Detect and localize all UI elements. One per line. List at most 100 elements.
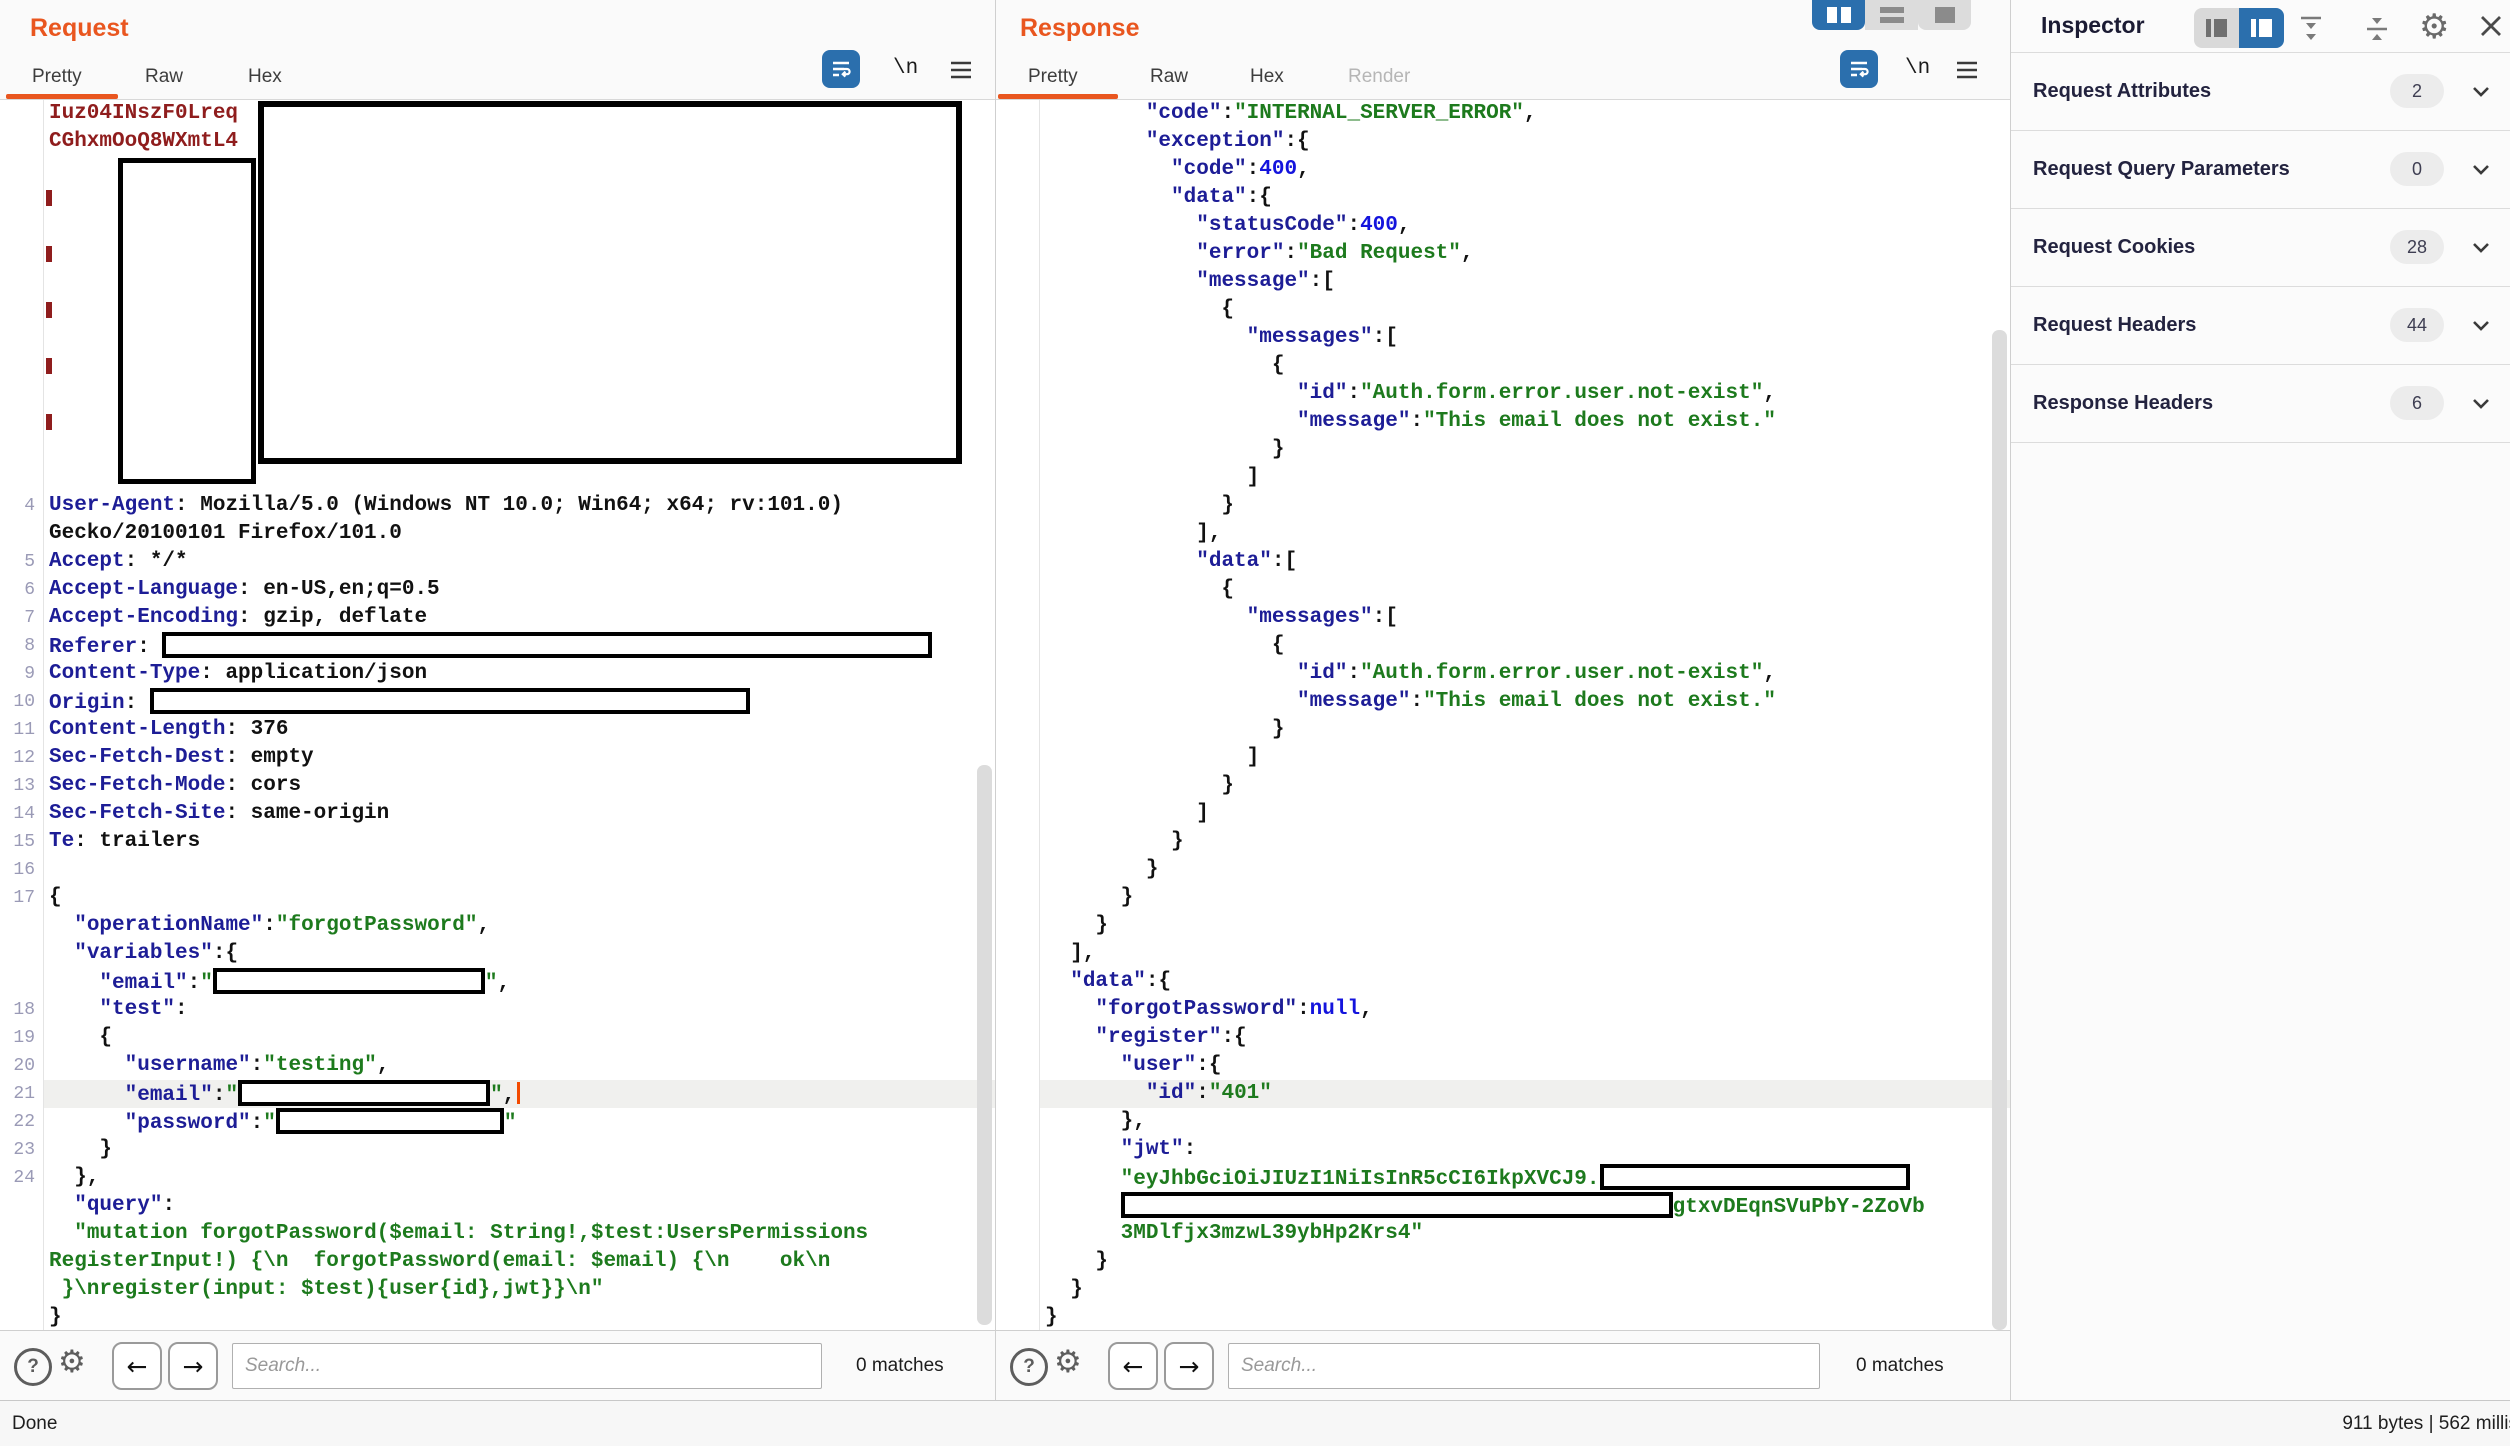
code-line[interactable]: "eyJhbGciOiJIUzI1NiIsInR5cCI6IkpXVCJ9. — [996, 1164, 2010, 1192]
inspector-section-request-attributes[interactable]: Request Attributes 2 — [2011, 53, 2510, 131]
inspector-settings-gear-icon[interactable]: ⚙ — [2419, 10, 2449, 44]
response-search-input[interactable] — [1228, 1343, 1820, 1389]
code-line[interactable]: "code":"INTERNAL_SERVER_ERROR", — [996, 100, 2010, 128]
tab-response-hex[interactable]: Hex — [1250, 66, 1284, 88]
code-line[interactable]: "message":"This email does not exist." — [996, 688, 2010, 716]
code-line[interactable]: "user":{ — [996, 1052, 2010, 1080]
tab-response-raw[interactable]: Raw — [1150, 66, 1188, 88]
tab-request-pretty[interactable]: Pretty — [32, 66, 82, 88]
code-line[interactable]: 19 { — [0, 1024, 995, 1052]
code-line[interactable]: "variables":{ — [0, 940, 995, 968]
code-line[interactable]: 22 "password":"" — [0, 1108, 995, 1136]
code-line[interactable]: "messages":[ — [996, 324, 2010, 352]
code-line[interactable]: "data":{ — [996, 184, 2010, 212]
code-line[interactable]: 6Accept-Language: en-US,en;q=0.5 — [0, 576, 995, 604]
search-next-button[interactable]: → — [1164, 1342, 1214, 1390]
code-line[interactable]: "register":{ — [996, 1024, 2010, 1052]
response-menu-button[interactable] — [1952, 56, 1982, 84]
gear-icon[interactable]: ⚙ — [58, 1347, 86, 1378]
code-line[interactable]: ] — [996, 464, 2010, 492]
code-line[interactable]: "jwt": — [996, 1136, 2010, 1164]
search-prev-button[interactable]: ← — [1108, 1342, 1158, 1390]
code-line[interactable]: } — [996, 436, 2010, 464]
chevron-down-icon[interactable] — [2468, 157, 2494, 186]
code-line[interactable]: 16 — [0, 856, 995, 884]
code-line[interactable]: } — [996, 884, 2010, 912]
code-line[interactable]: "messages":[ — [996, 604, 2010, 632]
code-line[interactable]: { — [996, 576, 2010, 604]
code-line[interactable]: "message":[ — [996, 268, 2010, 296]
code-line[interactable]: RegisterInput!) {\n forgotPassword(email… — [0, 1248, 995, 1276]
code-line[interactable]: }, — [996, 1108, 2010, 1136]
code-line[interactable]: "id":"Auth.form.error.user.not-exist", — [996, 660, 2010, 688]
response-show-newlines-button[interactable]: \n — [1905, 57, 1930, 80]
code-line[interactable]: "exception":{ — [996, 128, 2010, 156]
code-line[interactable]: ], — [996, 940, 2010, 968]
request-scrollbar[interactable] — [977, 765, 992, 1325]
code-line[interactable]: } — [996, 1304, 2010, 1330]
code-line[interactable]: 21 "email":"", — [0, 1080, 995, 1108]
code-line[interactable]: gtxvDEqnSVuPbY-2ZoVb — [996, 1192, 2010, 1220]
code-line[interactable]: 3MDlfjx3mzwL39ybHp2Krs4" — [996, 1220, 2010, 1248]
chevron-down-icon[interactable] — [2468, 391, 2494, 420]
response-wrap-lines-button[interactable] — [1840, 50, 1878, 88]
code-line[interactable]: 20 "username":"testing", — [0, 1052, 995, 1080]
code-line[interactable]: 9Content-Type: application/json — [0, 660, 995, 688]
code-line[interactable]: 18 "test": — [0, 996, 995, 1024]
code-line[interactable]: "code":400, — [996, 156, 2010, 184]
chevron-down-icon[interactable] — [2468, 79, 2494, 108]
help-icon[interactable]: ? — [14, 1348, 52, 1386]
response-scrollbar[interactable] — [1992, 330, 2007, 1330]
request-wrap-lines-button[interactable] — [822, 50, 860, 88]
request-editor[interactable]: Iuz04INszF0LreqCGhxmOoQ8WXmtL44User-Agen… — [0, 100, 995, 1330]
code-line[interactable]: "query": — [0, 1192, 995, 1220]
request-show-newlines-button[interactable]: \n — [893, 57, 918, 80]
search-prev-button[interactable]: ← — [112, 1342, 162, 1390]
code-line[interactable]: } — [996, 1276, 2010, 1304]
code-line[interactable]: 4User-Agent: Mozilla/5.0 (Windows NT 10.… — [0, 492, 995, 520]
code-line[interactable]: } — [996, 1248, 2010, 1276]
inspector-section-request-headers[interactable]: Request Headers 44 — [2011, 287, 2510, 365]
code-line[interactable]: "id":"Auth.form.error.user.not-exist", — [996, 380, 2010, 408]
code-line[interactable]: { — [996, 632, 2010, 660]
request-menu-button[interactable] — [946, 56, 976, 84]
code-line[interactable]: 14Sec-Fetch-Site: same-origin — [0, 800, 995, 828]
inspector-section-response-headers[interactable]: Response Headers 6 — [2011, 365, 2510, 443]
code-line[interactable]: { — [996, 296, 2010, 324]
inspector-dock-right-button[interactable] — [2239, 8, 2284, 48]
code-line[interactable]: 17{ — [0, 884, 995, 912]
code-line[interactable]: 10Origin: — [0, 688, 995, 716]
code-line[interactable]: ] — [996, 744, 2010, 772]
code-line[interactable]: } — [996, 492, 2010, 520]
inspector-section-request-cookies[interactable]: Request Cookies 28 — [2011, 209, 2510, 287]
collapse-all-button[interactable] — [2363, 14, 2391, 49]
code-line[interactable]: { — [996, 352, 2010, 380]
search-next-button[interactable]: → — [168, 1342, 218, 1390]
chevron-down-icon[interactable] — [2468, 313, 2494, 342]
code-line[interactable]: 11Content-Length: 376 — [0, 716, 995, 744]
code-line[interactable]: 24 }, — [0, 1164, 995, 1192]
tab-request-raw[interactable]: Raw — [145, 66, 183, 88]
code-line[interactable]: "forgotPassword":null, — [996, 996, 2010, 1024]
inspector-close-button[interactable] — [2477, 12, 2505, 45]
code-line[interactable]: "mutation forgotPassword($email: String!… — [0, 1220, 995, 1248]
tab-response-pretty[interactable]: Pretty — [1028, 66, 1078, 88]
code-line[interactable]: 12Sec-Fetch-Dest: empty — [0, 744, 995, 772]
inspector-section-request-query-parameters[interactable]: Request Query Parameters 0 — [2011, 131, 2510, 209]
request-search-input[interactable] — [232, 1343, 822, 1389]
code-line[interactable]: Gecko/20100101 Firefox/101.0 — [0, 520, 995, 548]
inspector-dock-left-button[interactable] — [2194, 8, 2239, 48]
code-line[interactable]: 8Referer: — [0, 632, 995, 660]
code-line[interactable]: } — [996, 912, 2010, 940]
code-line[interactable]: 23 } — [0, 1136, 995, 1164]
code-line[interactable]: } — [996, 828, 2010, 856]
chevron-down-icon[interactable] — [2468, 235, 2494, 264]
code-line[interactable]: } — [996, 772, 2010, 800]
code-line[interactable]: "message":"This email does not exist." — [996, 408, 2010, 436]
gear-icon[interactable]: ⚙ — [1054, 1347, 1082, 1378]
code-line[interactable]: "data":{ — [996, 968, 2010, 996]
code-line[interactable]: } — [996, 716, 2010, 744]
tab-response-render[interactable]: Render — [1348, 66, 1410, 88]
layout-stacked-button[interactable] — [1865, 0, 1918, 30]
layout-side-by-side-button[interactable] — [1812, 0, 1865, 30]
